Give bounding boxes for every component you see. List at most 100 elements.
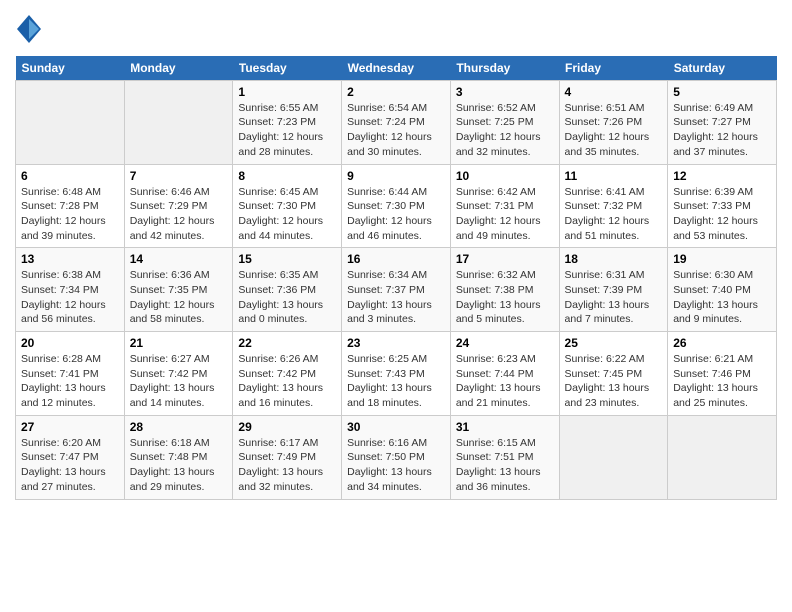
logo-icon [17, 15, 41, 43]
calendar-cell: 31Sunrise: 6:15 AM Sunset: 7:51 PM Dayli… [450, 415, 559, 499]
day-info: Sunrise: 6:30 AM Sunset: 7:40 PM Dayligh… [673, 268, 771, 327]
day-info: Sunrise: 6:38 AM Sunset: 7:34 PM Dayligh… [21, 268, 119, 327]
day-number: 12 [673, 169, 771, 183]
weekday-header-saturday: Saturday [668, 56, 777, 81]
day-info: Sunrise: 6:48 AM Sunset: 7:28 PM Dayligh… [21, 185, 119, 244]
calendar-cell: 27 Sunrise: 6:20 AM Sunset: 7:47 PM Dayli… [16, 415, 125, 499]
day-info: Sunrise: 6:28 AM Sunset: 7:41 PM Dayligh… [21, 352, 119, 411]
day-number: 8 [238, 169, 336, 183]
day-number: 23 [347, 336, 445, 350]
day-number: 27 [21, 420, 119, 434]
day-info: Sunrise: 6:49 AM Sunset: 7:27 PM Dayligh… [673, 101, 771, 160]
day-number: 16 [347, 252, 445, 266]
weekday-header-monday: Monday [124, 56, 233, 81]
day-number: 18 [565, 252, 663, 266]
day-number: 9 [347, 169, 445, 183]
day-number: 26 [673, 336, 771, 350]
day-info: Sunrise: 6:34 AM Sunset: 7:37 PM Dayligh… [347, 268, 445, 327]
day-info: Sunrise: 6:17 AM Sunset: 7:49 PM Dayligh… [238, 436, 336, 495]
day-info: Sunrise: 6:25 AM Sunset: 7:43 PM Dayligh… [347, 352, 445, 411]
day-info: Sunrise: 6:54 AM Sunset: 7:24 PM Dayligh… [347, 101, 445, 160]
day-number: 7 [130, 169, 228, 183]
day-info: Sunrise: 6:27 AM Sunset: 7:42 PM Dayligh… [130, 352, 228, 411]
calendar-cell: 18 Sunrise: 6:31 AM Sunset: 7:39 PM Dayli… [559, 248, 668, 332]
day-number: 30 [347, 420, 445, 434]
day-info: Sunrise: 6:44 AM Sunset: 7:30 PM Dayligh… [347, 185, 445, 244]
day-number: 13 [21, 252, 119, 266]
calendar-cell: 26 Sunrise: 6:21 AM Sunset: 7:46 PM Dayli… [668, 332, 777, 416]
day-number: 22 [238, 336, 336, 350]
day-info: Sunrise: 6:39 AM Sunset: 7:33 PM Dayligh… [673, 185, 771, 244]
calendar-cell: 30 Sunrise: 6:16 AM Sunset: 7:50 PM Dayli… [342, 415, 451, 499]
calendar-cell: 6 Sunrise: 6:48 AM Sunset: 7:28 PM Daylig… [16, 164, 125, 248]
calendar-cell: 25Sunrise: 6:22 AM Sunset: 7:45 PM Dayli… [559, 332, 668, 416]
calendar-cell: 1Sunrise: 6:55 AM Sunset: 7:23 PM Daylig… [233, 80, 342, 164]
day-number: 17 [456, 252, 554, 266]
day-info: Sunrise: 6:45 AM Sunset: 7:30 PM Dayligh… [238, 185, 336, 244]
calendar-cell: 11 Sunrise: 6:41 AM Sunset: 7:32 PM Dayli… [559, 164, 668, 248]
day-number: 4 [565, 85, 663, 99]
calendar-cell: 21 Sunrise: 6:27 AM Sunset: 7:42 PM Dayli… [124, 332, 233, 416]
day-info: Sunrise: 6:52 AM Sunset: 7:25 PM Dayligh… [456, 101, 554, 160]
calendar-cell: 10 Sunrise: 6:42 AM Sunset: 7:31 PM Dayli… [450, 164, 559, 248]
calendar-cell: 29 Sunrise: 6:17 AM Sunset: 7:49 PM Dayli… [233, 415, 342, 499]
header [15, 10, 777, 48]
calendar-cell: 9 Sunrise: 6:44 AM Sunset: 7:30 PM Daylig… [342, 164, 451, 248]
day-number: 29 [238, 420, 336, 434]
weekday-header-thursday: Thursday [450, 56, 559, 81]
weekday-header-friday: Friday [559, 56, 668, 81]
calendar-cell: 12 Sunrise: 6:39 AM Sunset: 7:33 PM Dayli… [668, 164, 777, 248]
calendar-cell: 2 Sunrise: 6:54 AM Sunset: 7:24 PM Daylig… [342, 80, 451, 164]
day-number: 2 [347, 85, 445, 99]
calendar-cell: 5 Sunrise: 6:49 AM Sunset: 7:27 PM Daylig… [668, 80, 777, 164]
day-info: Sunrise: 6:20 AM Sunset: 7:47 PM Dayligh… [21, 436, 119, 495]
calendar-cell: 19Sunrise: 6:30 AM Sunset: 7:40 PM Dayli… [668, 248, 777, 332]
day-info: Sunrise: 6:18 AM Sunset: 7:48 PM Dayligh… [130, 436, 228, 495]
calendar-cell: 16 Sunrise: 6:34 AM Sunset: 7:37 PM Dayli… [342, 248, 451, 332]
day-info: Sunrise: 6:41 AM Sunset: 7:32 PM Dayligh… [565, 185, 663, 244]
calendar-cell: 15 Sunrise: 6:35 AM Sunset: 7:36 PM Dayli… [233, 248, 342, 332]
day-info: Sunrise: 6:21 AM Sunset: 7:46 PM Dayligh… [673, 352, 771, 411]
day-number: 15 [238, 252, 336, 266]
calendar-cell: 4 Sunrise: 6:51 AM Sunset: 7:26 PM Daylig… [559, 80, 668, 164]
day-info: Sunrise: 6:55 AM Sunset: 7:23 PM Dayligh… [238, 101, 336, 160]
day-info: Sunrise: 6:46 AM Sunset: 7:29 PM Dayligh… [130, 185, 228, 244]
calendar-cell: 13 Sunrise: 6:38 AM Sunset: 7:34 PM Dayli… [16, 248, 125, 332]
day-number: 3 [456, 85, 554, 99]
calendar-cell: 28 Sunrise: 6:18 AM Sunset: 7:48 PM Dayli… [124, 415, 233, 499]
calendar-cell: 17 Sunrise: 6:32 AM Sunset: 7:38 PM Dayli… [450, 248, 559, 332]
day-info: Sunrise: 6:36 AM Sunset: 7:35 PM Dayligh… [130, 268, 228, 327]
day-info: Sunrise: 6:26 AM Sunset: 7:42 PM Dayligh… [238, 352, 336, 411]
day-info: Sunrise: 6:31 AM Sunset: 7:39 PM Dayligh… [565, 268, 663, 327]
calendar-cell: 8 Sunrise: 6:45 AM Sunset: 7:30 PM Daylig… [233, 164, 342, 248]
calendar-cell: 7 Sunrise: 6:46 AM Sunset: 7:29 PM Daylig… [124, 164, 233, 248]
day-info: Sunrise: 6:51 AM Sunset: 7:26 PM Dayligh… [565, 101, 663, 160]
calendar-cell: 23 Sunrise: 6:25 AM Sunset: 7:43 PM Dayli… [342, 332, 451, 416]
day-number: 24 [456, 336, 554, 350]
day-number: 25 [565, 336, 663, 350]
calendar-cell [668, 415, 777, 499]
calendar-cell: 20Sunrise: 6:28 AM Sunset: 7:41 PM Dayli… [16, 332, 125, 416]
day-number: 6 [21, 169, 119, 183]
day-number: 21 [130, 336, 228, 350]
day-number: 28 [130, 420, 228, 434]
weekday-header-wednesday: Wednesday [342, 56, 451, 81]
calendar-cell [559, 415, 668, 499]
calendar-table: SundayMondayTuesdayWednesdayThursdayFrid… [15, 56, 777, 500]
day-info: Sunrise: 6:32 AM Sunset: 7:38 PM Dayligh… [456, 268, 554, 327]
day-number: 11 [565, 169, 663, 183]
day-info: Sunrise: 6:16 AM Sunset: 7:50 PM Dayligh… [347, 436, 445, 495]
day-info: Sunrise: 6:23 AM Sunset: 7:44 PM Dayligh… [456, 352, 554, 411]
day-number: 31 [456, 420, 554, 434]
day-number: 5 [673, 85, 771, 99]
weekday-header-tuesday: Tuesday [233, 56, 342, 81]
calendar-cell: 14Sunrise: 6:36 AM Sunset: 7:35 PM Dayli… [124, 248, 233, 332]
calendar-cell: 24 Sunrise: 6:23 AM Sunset: 7:44 PM Dayli… [450, 332, 559, 416]
calendar-cell: 22 Sunrise: 6:26 AM Sunset: 7:42 PM Dayli… [233, 332, 342, 416]
calendar-cell: 3 Sunrise: 6:52 AM Sunset: 7:25 PM Daylig… [450, 80, 559, 164]
logo [15, 15, 41, 48]
day-number: 10 [456, 169, 554, 183]
day-info: Sunrise: 6:42 AM Sunset: 7:31 PM Dayligh… [456, 185, 554, 244]
calendar-cell [16, 80, 125, 164]
day-info: Sunrise: 6:35 AM Sunset: 7:36 PM Dayligh… [238, 268, 336, 327]
